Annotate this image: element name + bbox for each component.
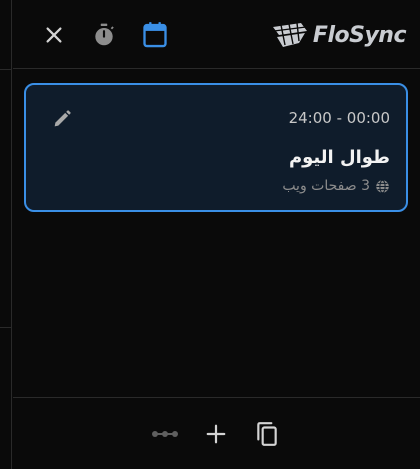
header-bar: FloSync [13,0,420,69]
panel-divider [0,69,12,70]
add-button[interactable] [202,420,230,448]
calendar-icon [143,22,167,48]
timer-button[interactable] [89,20,119,50]
calendar-button[interactable] [140,20,170,50]
stopwatch-icon [95,23,114,46]
plus-icon [206,424,226,444]
brand-name: FloSync [312,22,407,48]
brand-logo: FloSync [271,17,407,53]
websites-count: 3 صفحات ويب [282,178,370,194]
schedule-title: طوال اليوم [288,147,390,168]
bottom-toolbar [13,397,420,469]
left-panel-edge [0,0,12,469]
link-button[interactable] [151,420,179,448]
close-button[interactable] [39,20,69,50]
edit-button[interactable] [50,107,74,131]
app-window: FloSync 24:00 - 00:00 طوال اليوم 3 صفحات… [0,0,420,469]
time-range: 24:00 - 00:00 [288,109,390,127]
copy-icon [257,422,277,446]
schedule-card[interactable]: 24:00 - 00:00 طوال اليوم 3 صفحات ويب [24,83,408,212]
panel-divider [0,327,12,328]
logo-mark-icon [272,22,307,47]
schedule-meta: 3 صفحات ويب [282,178,390,194]
link-icon [152,431,178,437]
pencil-icon [54,110,71,127]
close-icon [46,27,62,43]
globe-icon [376,179,389,193]
copy-button[interactable] [253,420,281,448]
